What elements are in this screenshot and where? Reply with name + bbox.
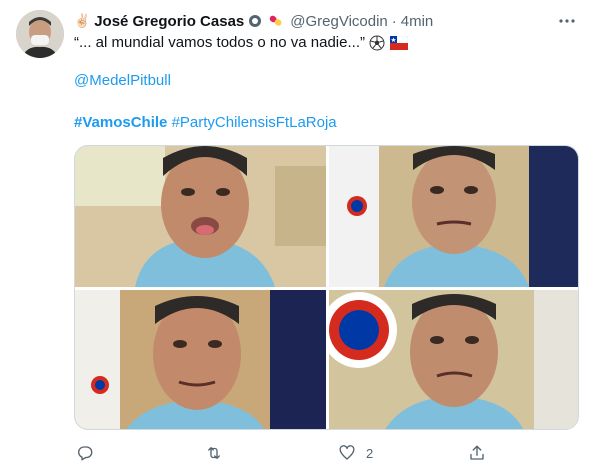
tweet-actions: 2 (74, 441, 534, 465)
user-handle[interactable]: @GregVicodin (290, 13, 388, 30)
photo-1[interactable] (75, 146, 326, 287)
separator-dot: · (391, 12, 397, 30)
more-horizontal-icon (559, 19, 575, 23)
verified-badge-icon (248, 14, 262, 28)
tweet-header: ✌🏻 José Gregorio Casas @GregVicodin · 4m… (74, 11, 433, 31)
photo-3[interactable] (75, 290, 326, 429)
display-name[interactable]: José Gregorio Casas (94, 13, 244, 30)
reply-icon (78, 446, 93, 461)
retweet-icon (208, 447, 220, 459)
heart-icon (339, 445, 355, 460)
media-grid (74, 145, 579, 430)
victory-hand-emoji: ✌🏻 (74, 13, 91, 28)
timestamp[interactable]: 4min (401, 13, 434, 30)
tweet-card[interactable]: ✌🏻 José Gregorio Casas @GregVicodin · 4m… (0, 0, 592, 474)
like-count: 2 (366, 445, 374, 461)
tweet-text-line: @MedelPitbull (74, 71, 578, 91)
tweet-text-line: “... al mundial vamos todos o no va nadi… (74, 33, 578, 53)
tweet-quote: “... al mundial vamos todos o no va nadi… (74, 34, 365, 51)
photo-2[interactable] (329, 146, 578, 287)
mention-link[interactable]: @MedelPitbull (74, 72, 171, 89)
retweet-button[interactable] (204, 441, 234, 465)
like-button[interactable]: 2 (338, 441, 373, 465)
hashtag-link[interactable]: #PartyChilensisFtLaRoja (172, 114, 337, 131)
chile-flag-emoji (389, 35, 409, 51)
share-icon (470, 445, 484, 460)
share-button[interactable] (468, 441, 486, 465)
hashtag-link[interactable]: #VamosChile (74, 114, 167, 131)
avatar-image (16, 10, 64, 58)
soccer-ball-emoji (369, 35, 385, 51)
tweet-text-line: #VamosChile #PartyChilensisFtLaRoja (74, 113, 578, 133)
more-options-button[interactable] (556, 10, 578, 32)
pill-emoji (267, 14, 285, 28)
reply-button[interactable] (76, 441, 104, 465)
avatar[interactable] (16, 10, 64, 58)
photo-4[interactable] (329, 290, 578, 429)
